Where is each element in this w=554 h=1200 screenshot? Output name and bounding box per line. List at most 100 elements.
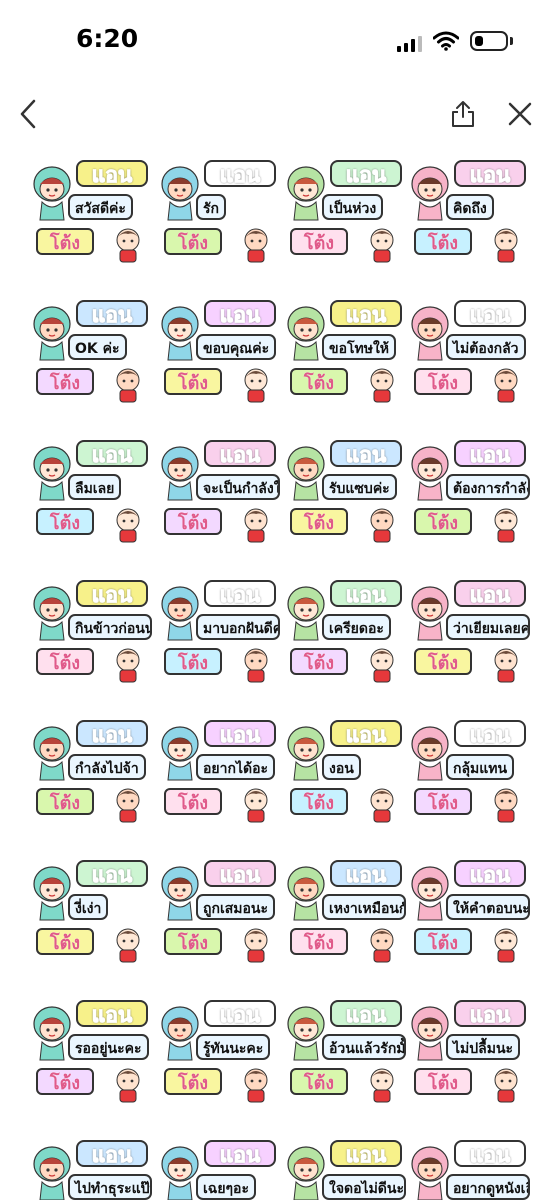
- sticker-top-name: แอน: [204, 440, 276, 468]
- sticker-message: ไปทำธุระแป๊บ: [68, 1174, 152, 1200]
- sticker-item[interactable]: แอน กลุ้มแทน โต้ง: [408, 714, 534, 826]
- sticker-item[interactable]: แอน รู้ทันนะคะ โต้ง: [158, 994, 284, 1106]
- sticker-item[interactable]: แอนให้คำตอบนะค่ะโต้ง: [408, 854, 534, 966]
- sticker-bottom-name: โต้ง: [414, 228, 472, 255]
- sticker-message: เป็นห่วง: [322, 194, 384, 220]
- sticker-item[interactable]: แอนอ้วนแล้วรักมั้ย? โต้ง: [284, 994, 410, 1106]
- sticker-item[interactable]: แอนขอบคุณค่ะโต้ง: [158, 294, 284, 406]
- close-button[interactable]: [500, 90, 540, 138]
- sticker-item[interactable]: แอนเฉยๆอะโต้ง: [158, 1134, 284, 1200]
- sticker-top-name: แอน: [330, 720, 402, 748]
- sticker-bottom-name: โต้ง: [164, 648, 222, 675]
- sticker-bottom-name: โต้ง: [290, 648, 348, 675]
- sticker-message: ไม่ปลื้มนะ: [446, 1034, 521, 1060]
- sticker-message: รับแซบค่ะ: [322, 474, 397, 500]
- sticker-item[interactable]: แอน คิดถึง โต้ง: [408, 154, 534, 266]
- sticker-item[interactable]: แอน รับแซบค่ะ โต้ง: [284, 434, 410, 546]
- sticker-message: ใจดอไม่ดีนะ: [322, 1174, 406, 1200]
- sticker-item[interactable]: แอนมาบอกฝันดีค่ะโต้ง: [158, 574, 284, 686]
- sticker-item[interactable]: แอนเครียดอะโต้ง: [284, 574, 410, 686]
- sticker-bottom-name: โต้ง: [36, 648, 94, 675]
- sticker-top-name: แอน: [76, 300, 148, 328]
- sticker-bottom-name: โต้ง: [164, 788, 222, 815]
- battery-tip: [510, 37, 513, 45]
- sticker-message: งอน: [322, 754, 361, 780]
- sticker-item[interactable]: แอนว่าเยียมเลยครับโต้ง: [408, 574, 534, 686]
- wifi-icon: [433, 31, 459, 51]
- sticker-item[interactable]: แอนสวัสดีค่ะโต้ง: [30, 154, 156, 266]
- sticker-top-name: แอน: [76, 720, 148, 748]
- sticker-item[interactable]: แอน รออยู่นะคะ โต้ง: [30, 994, 156, 1106]
- sticker-item[interactable]: แอน OK ค่ะ โต้ง: [30, 294, 156, 406]
- sticker-bottom-name: โต้ง: [290, 788, 348, 815]
- sticker-message: เฉยๆอะ: [196, 1174, 256, 1200]
- sticker-top-name: แอน: [204, 720, 276, 748]
- sticker-item[interactable]: แอน ถูกเสมอนะ โต้ง: [158, 854, 284, 966]
- sticker-item[interactable]: แอน รัก โต้ง: [158, 154, 284, 266]
- sticker-bottom-name: โต้ง: [164, 368, 222, 395]
- sticker-message: กำลังไปจ้า: [68, 754, 146, 780]
- sticker-item[interactable]: แอนอยากดูหนังเลี้ยงหนังด้วยโต้ง: [408, 1134, 534, 1200]
- sticker-top-name: แอน: [76, 440, 148, 468]
- sticker-top-name: แอน: [204, 580, 276, 608]
- sticker-bottom-name: โต้ง: [36, 228, 94, 255]
- sticker-item[interactable]: แอนไปทำธุระแป๊บโต้ง: [30, 1134, 156, 1200]
- sticker-message: ขอโทษให้: [322, 334, 397, 360]
- sticker-item[interactable]: แอนอยากได้อะโต้ง: [158, 714, 284, 826]
- sticker-top-name: แอน: [76, 160, 148, 188]
- sticker-item[interactable]: แอน งี่เง่า โต้ง: [30, 854, 156, 966]
- sticker-top-name: แอน: [204, 300, 276, 328]
- sticker-message: อยากดูหนังเลี้ยงหนังด้วย: [446, 1174, 530, 1200]
- sticker-grid: แอน สวัสดีค่ะ โต้ง แอน รัก โต้ง แอน เป็นห่วง โต้…: [0, 142, 554, 1200]
- status-bar: 6:20: [0, 0, 554, 90]
- sticker-message: ไม่ต้องกลัว: [446, 334, 526, 360]
- sticker-bottom-name: โต้ง: [290, 1068, 348, 1095]
- battery-level: [475, 36, 483, 46]
- sticker-item[interactable]: แอนต้องการกำลังใจจากโต้ง: [408, 434, 534, 546]
- sticker-message: สวัสดีค่ะ: [68, 194, 133, 220]
- sticker-top-name: แอน: [454, 300, 526, 328]
- sticker-bottom-name: โต้ง: [36, 1068, 94, 1095]
- sticker-item[interactable]: แอนไม่ปลื้มนะโต้ง: [408, 994, 534, 1106]
- back-button[interactable]: [8, 90, 48, 138]
- sticker-top-name: แอน: [330, 1000, 402, 1028]
- sticker-top-name: แอน: [330, 580, 402, 608]
- sticker-bottom-name: โต้ง: [164, 928, 222, 955]
- sticker-item[interactable]: แอนกินข้าวก่อนนะโต้ง: [30, 574, 156, 686]
- sticker-item[interactable]: แอนใจดอไม่ดีนะโต้ง: [284, 1134, 410, 1200]
- sticker-top-name: แอน: [454, 720, 526, 748]
- share-icon: [452, 101, 474, 127]
- sticker-top-name: แอน: [330, 860, 402, 888]
- sticker-top-name: แอน: [330, 160, 402, 188]
- sticker-bottom-name: โต้ง: [290, 228, 348, 255]
- sticker-message: ขอบคุณค่ะ: [196, 334, 277, 360]
- sticker-item[interactable]: แอนจะเป็นกำลังใจให้โต้ง: [158, 434, 284, 546]
- sticker-item[interactable]: แอน กำลังไปจ้า โต้ง: [30, 714, 156, 826]
- sticker-message: จะเป็นกำลังใจให้: [196, 474, 280, 500]
- sticker-bottom-name: โต้ง: [36, 928, 94, 955]
- sticker-item[interactable]: แอน ลืมเลย โต้ง: [30, 434, 156, 546]
- sticker-bottom-name: โต้ง: [414, 648, 472, 675]
- sticker-top-name: แอน: [454, 1000, 526, 1028]
- share-button[interactable]: [443, 90, 483, 138]
- sticker-bottom-name: โต้ง: [414, 1068, 472, 1095]
- sticker-item[interactable]: แอน ไม่ต้องกลัว โต้ง: [408, 294, 534, 406]
- sticker-bottom-name: โต้ง: [290, 928, 348, 955]
- sticker-message: อยากได้อะ: [196, 754, 276, 780]
- sticker-top-name: แอน: [454, 440, 526, 468]
- sticker-item[interactable]: แอนเป็นห่วงโต้ง: [284, 154, 410, 266]
- sticker-bottom-name: โต้ง: [414, 508, 472, 535]
- sticker-message: รัก: [196, 194, 226, 220]
- sticker-bottom-name: โต้ง: [164, 1068, 222, 1095]
- sticker-message: ว่าเยียมเลยครับ: [446, 614, 530, 640]
- sticker-item[interactable]: แอนงอนโต้ง: [284, 714, 410, 826]
- sticker-bottom-name: โต้ง: [414, 788, 472, 815]
- sticker-message: OK ค่ะ: [68, 334, 127, 360]
- sticker-message: เครียดอะ: [322, 614, 391, 640]
- sticker-item[interactable]: แอน ขอโทษให้ โต้ง: [284, 294, 410, 406]
- sticker-message: งี่เง่า: [68, 894, 109, 920]
- cellular-signal-icon: [397, 36, 422, 52]
- close-icon: [508, 102, 532, 126]
- chevron-left-icon: [20, 99, 36, 129]
- sticker-item[interactable]: แอนเหงาเหมือนกันโต้ง: [284, 854, 410, 966]
